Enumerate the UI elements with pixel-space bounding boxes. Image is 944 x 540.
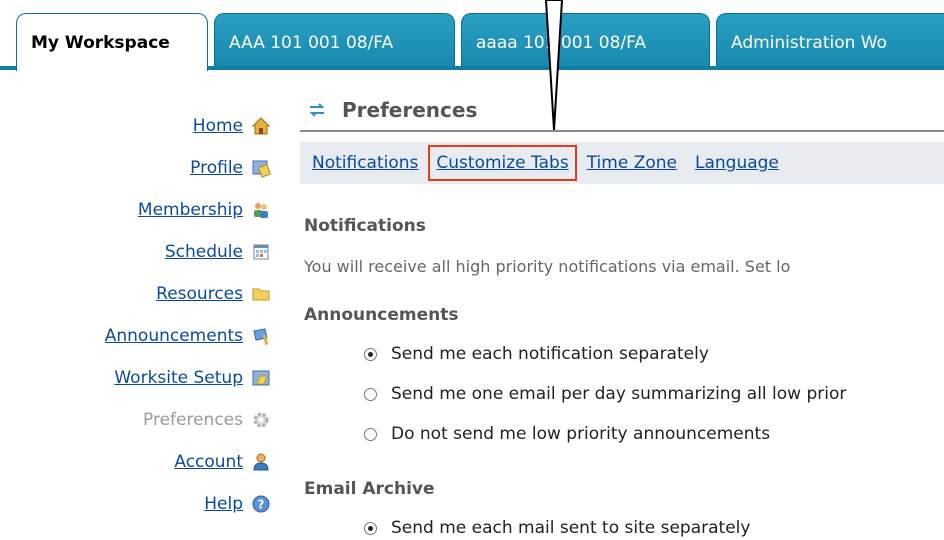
reset-icon[interactable] bbox=[306, 99, 328, 121]
nav-item-membership[interactable]: Membership bbox=[138, 190, 271, 230]
portlet-title-bar: Preferences bbox=[300, 90, 944, 132]
announcement-option-separately[interactable]: Send me each notification separately bbox=[364, 344, 709, 364]
nav-item-announcements[interactable]: Announcements bbox=[105, 316, 271, 356]
nav-item-label[interactable]: Announcements bbox=[105, 326, 243, 346]
nav-item-label[interactable]: Home bbox=[193, 116, 243, 136]
folder-icon bbox=[251, 284, 271, 304]
subnav-customize-tabs[interactable]: Customize Tabs bbox=[428, 145, 577, 181]
svg-text:?: ? bbox=[258, 498, 265, 512]
preferences-subnav: Notifications Customize Tabs Time Zone L… bbox=[300, 142, 944, 184]
email-archive-option-separately[interactable]: Send me each mail sent to site separatel… bbox=[364, 518, 750, 538]
nav-item-preferences: Preferences bbox=[143, 400, 271, 440]
tab-aaaa-101[interactable]: aaaa 101 001 08/FA bbox=[461, 13, 710, 69]
home-icon bbox=[251, 116, 271, 136]
radio-label: Send me each notification separately bbox=[391, 344, 709, 364]
notifications-heading: Notifications bbox=[304, 216, 426, 236]
nav-item-label[interactable]: Profile bbox=[190, 158, 243, 178]
tab-my-workspace[interactable]: My Workspace bbox=[16, 13, 208, 71]
preferences-portlet: Preferences Notifications Customize Tabs… bbox=[300, 90, 944, 540]
nav-item-label[interactable]: Worksite Setup bbox=[114, 368, 243, 388]
announcement-option-none[interactable]: Do not send me low priority announcement… bbox=[364, 424, 770, 444]
nav-item-label[interactable]: Account bbox=[174, 452, 243, 472]
nav-item-account[interactable]: Account bbox=[174, 442, 271, 482]
nav-item-label[interactable]: Schedule bbox=[165, 242, 243, 262]
announcement-option-daily-summary[interactable]: Send me one email per day summarizing al… bbox=[364, 384, 846, 404]
nav-item-label[interactable]: Resources bbox=[156, 284, 243, 304]
radio-button[interactable] bbox=[364, 427, 377, 441]
nav-item-profile[interactable]: Profile bbox=[190, 148, 272, 188]
tab-aaa-101[interactable]: AAA 101 001 08/FA bbox=[214, 13, 455, 69]
radio-label: Do not send me low priority announcement… bbox=[391, 424, 771, 444]
subnav-time-zone[interactable]: Time Zone bbox=[587, 153, 677, 173]
nav-item-label[interactable]: Help bbox=[204, 494, 243, 514]
nav-item-help[interactable]: Help ? bbox=[204, 484, 271, 524]
nav-item-resources[interactable]: Resources bbox=[156, 274, 271, 314]
radio-label: Send me each mail sent to site separatel… bbox=[391, 518, 751, 538]
nav-item-label: Preferences bbox=[143, 410, 243, 430]
page-title: Preferences bbox=[342, 98, 478, 122]
nav-item-worksite-setup[interactable]: Worksite Setup bbox=[114, 358, 271, 398]
calendar-icon bbox=[251, 242, 271, 262]
nav-item-home[interactable]: Home bbox=[193, 106, 271, 146]
radio-label: Send me one email per day summarizing al… bbox=[391, 384, 847, 404]
worksite-setup-icon bbox=[251, 368, 271, 388]
subnav-notifications[interactable]: Notifications bbox=[312, 153, 418, 173]
membership-icon bbox=[251, 200, 271, 220]
nav-item-schedule[interactable]: Schedule bbox=[165, 232, 271, 272]
announcements-heading: Announcements bbox=[304, 305, 459, 325]
radio-button[interactable] bbox=[364, 347, 377, 361]
nav-item-label[interactable]: Membership bbox=[138, 200, 243, 220]
profile-icon bbox=[251, 158, 272, 178]
help-icon: ? bbox=[251, 494, 271, 514]
account-icon bbox=[251, 452, 271, 472]
radio-button[interactable] bbox=[364, 521, 377, 535]
site-tab-bar: My Workspace AAA 101 001 08/FA aaaa 101 … bbox=[0, 0, 944, 71]
email-archive-heading: Email Archive bbox=[304, 479, 435, 499]
notifications-intro: You will receive all high priority notif… bbox=[304, 257, 791, 276]
tab-administration-workspace[interactable]: Administration Wo bbox=[716, 13, 944, 69]
subnav-language[interactable]: Language bbox=[695, 153, 779, 173]
callout-pointer bbox=[544, 0, 564, 131]
radio-button[interactable] bbox=[364, 387, 377, 401]
gear-icon bbox=[251, 410, 271, 430]
announcement-icon bbox=[251, 326, 271, 346]
